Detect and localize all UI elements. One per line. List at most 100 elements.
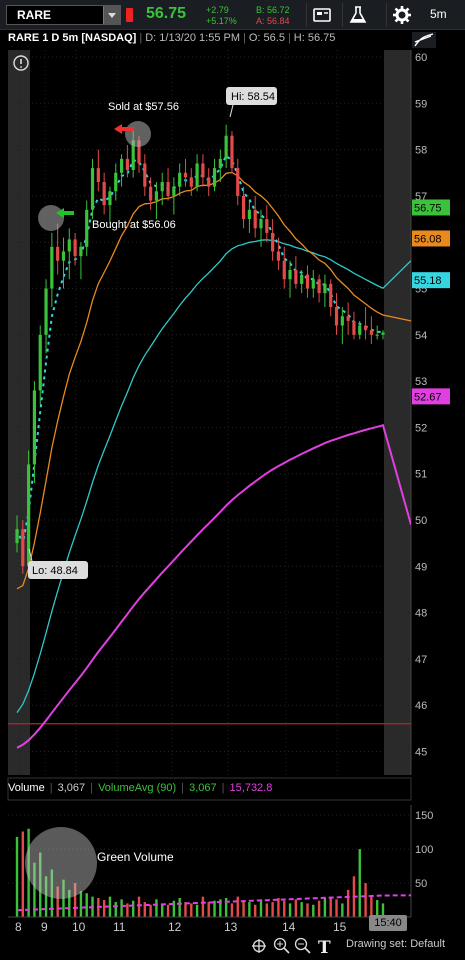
drawing-set-label[interactable]: Drawing set: Default: [346, 938, 445, 950]
volume-bar: [102, 900, 106, 917]
candle-body: [329, 283, 333, 308]
volume-bar: [201, 896, 205, 917]
volume-bar: [323, 897, 327, 917]
volume-bar: [114, 902, 117, 917]
volume-bar: [277, 897, 280, 917]
candle-body: [15, 529, 19, 544]
candle-body: [21, 529, 25, 567]
candle-body: [340, 316, 344, 326]
candle-body: [363, 325, 368, 331]
crosshair-icon[interactable]: [252, 939, 266, 953]
volume-bar: [248, 902, 251, 917]
candle-body: [305, 274, 310, 289]
price-tick-label: 54: [415, 330, 427, 342]
price-tick-label: 58: [415, 145, 427, 157]
candle-body: [32, 390, 37, 465]
candle-body: [154, 191, 159, 201]
time-cursor-tag: 15:40: [369, 915, 407, 931]
price-tags: 56.75 56.08 55.18 52.67: [412, 199, 450, 405]
zoom-in-icon[interactable]: [273, 937, 290, 954]
price-tick-label: 49: [415, 561, 427, 573]
candle-body: [265, 219, 269, 233]
volume-bar: [364, 883, 367, 917]
candle-body: [311, 279, 315, 289]
price-tick-label: 52: [415, 422, 427, 434]
time-axis: 8 9 10 11 12 13 14 15: [15, 920, 347, 934]
candle-body: [271, 232, 275, 252]
volume-bar: [149, 904, 152, 917]
time-tick-label: 9: [41, 920, 48, 934]
candle-body: [288, 269, 292, 280]
candle-body: [108, 191, 112, 206]
buy-marker: [38, 205, 64, 231]
candle-body: [189, 177, 193, 187]
volume-tick-label: 100: [415, 844, 433, 856]
candle-body: [224, 135, 228, 159]
time-tick-label: 8: [15, 920, 22, 934]
candle-body: [178, 172, 182, 187]
volume-bar: [15, 836, 19, 917]
candle-body: [183, 172, 188, 178]
candle-body: [230, 135, 234, 169]
volume-bar: [341, 903, 344, 917]
candle-body: [241, 195, 246, 220]
price-tick-label: 53: [415, 376, 427, 388]
candle-body: [300, 274, 304, 284]
candle-body: [61, 251, 66, 261]
volume-bar: [126, 903, 129, 917]
price-axis: 45464748495051525354555657585960: [415, 52, 427, 759]
chart-app: RARE 56.75 +2.79 +5.17% B: 56.72 A: 56.8…: [0, 0, 465, 960]
candle-body: [85, 209, 89, 247]
candle-body: [44, 288, 48, 335]
time-tick-label: 14: [282, 920, 296, 934]
volume-bar: [312, 904, 315, 917]
bought-annotation: Bought at $56.06: [92, 219, 176, 231]
volume-bar: [265, 903, 269, 917]
text-tool-icon[interactable]: T: [318, 938, 331, 958]
volume-bar: [306, 903, 309, 917]
volume-bar: [207, 902, 210, 917]
candle-body: [125, 158, 129, 170]
candle-body: [381, 332, 385, 335]
volume-bar: [253, 904, 257, 917]
candle-body: [56, 246, 60, 261]
afterhours-shade: [384, 50, 411, 775]
volume-bar: [346, 889, 350, 917]
green-volume-annotation: Green Volume: [97, 850, 174, 864]
candle-body: [323, 283, 327, 294]
candle-body: [172, 186, 176, 196]
lo-label: Lo: 48.84: [32, 565, 78, 577]
candle-body: [79, 246, 83, 257]
sell-marker: [125, 121, 151, 147]
price-chart[interactable]: 45464748495051525354555657585960 56.7556…: [0, 0, 465, 960]
volume-avg-value: 3,067: [189, 782, 217, 794]
candle-body: [149, 186, 153, 201]
candle-body: [207, 177, 211, 187]
volume-bar: [120, 899, 123, 917]
volume-bar: [236, 896, 239, 917]
candle-body: [282, 260, 286, 280]
time-tick-label: 12: [168, 920, 182, 934]
volume-bar: [195, 904, 199, 917]
time-tick-label: 13: [224, 920, 238, 934]
volume-avg-label: VolumeAvg (90): [98, 782, 177, 794]
candle-body: [317, 279, 321, 294]
price-pane[interactable]: [8, 50, 411, 775]
candle-body: [201, 163, 205, 178]
candle-body: [160, 182, 164, 192]
candle-body: [114, 172, 118, 192]
volume-bar: [329, 896, 332, 917]
volume-bar: [300, 902, 303, 917]
volume-bar: [161, 903, 164, 917]
price-tick-label: 60: [415, 52, 427, 64]
volume-bar: [317, 900, 321, 917]
volume-bar: [294, 899, 298, 917]
price-tag-label: 56.08: [414, 233, 442, 245]
volume-bar: [370, 896, 373, 917]
volume-bar: [79, 891, 83, 917]
volume-bar: [85, 893, 88, 917]
volume-bar: [242, 900, 245, 917]
zoom-out-icon[interactable]: [294, 937, 311, 954]
sold-annotation: Sold at $57.56: [108, 101, 179, 113]
volume-axis: 50 100 150: [415, 810, 433, 890]
